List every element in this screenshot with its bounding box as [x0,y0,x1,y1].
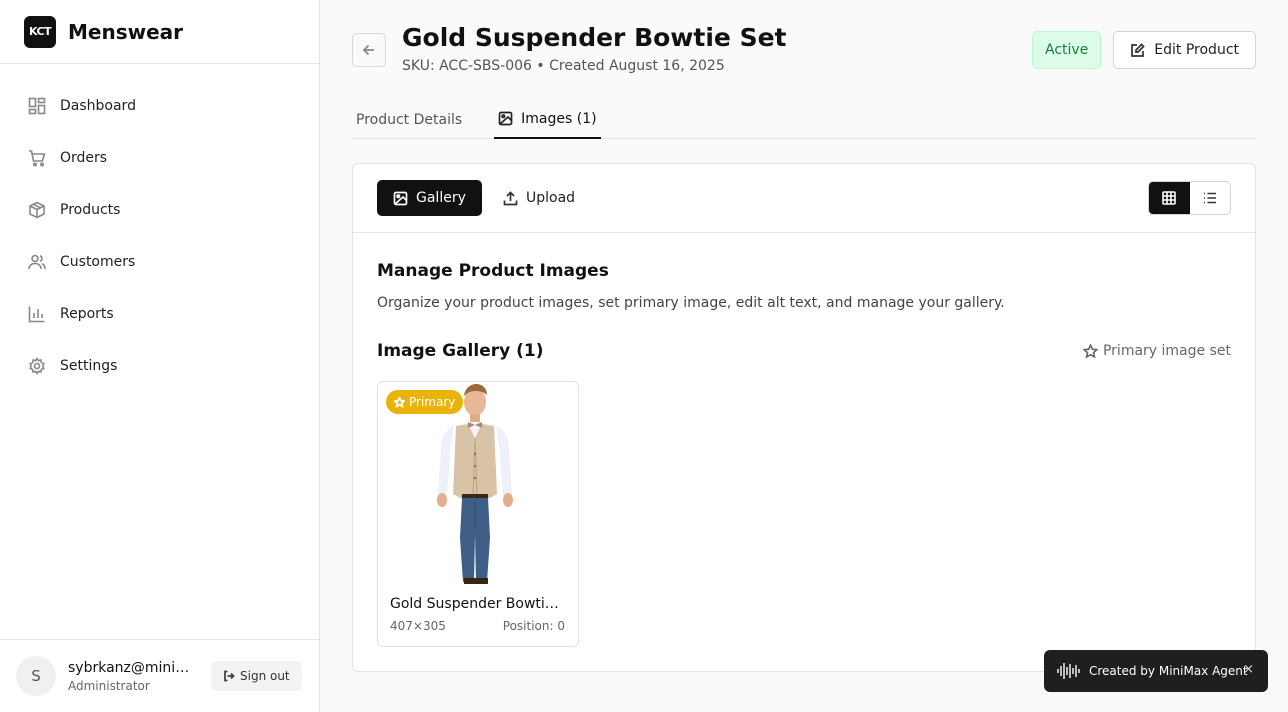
dashboard-icon [28,97,46,115]
sidebar-item-label: Reports [60,306,114,322]
user-email: sybrkanz@minimax.com [68,659,196,676]
grid-icon [1162,191,1177,205]
sign-out-button[interactable]: Sign out [211,661,302,691]
tab-images[interactable]: Images (1) [494,100,601,139]
image-icon [498,111,513,126]
sidebar-item-label: Dashboard [60,98,136,114]
sidebar-nav: Dashboard Orders Products Customers Repo… [0,64,319,388]
product-meta: SKU: ACC-SBS-006 • Created August 16, 20… [402,58,725,74]
edit-product-button[interactable]: Edit Product [1113,31,1256,69]
edit-icon [1131,42,1145,57]
brand-logo[interactable]: KCT [24,15,56,48]
main-content: Gold Suspender Bowtie Set SKU: ACC-SBS-0… [352,0,1256,672]
sidebar: KCT Menswear Dashboard Orders Products C… [0,0,320,712]
image-icon [393,191,408,205]
images-toolbar: Gallery Upload [353,164,1255,233]
sidebar-item-orders[interactable]: Orders [12,136,307,180]
tab-images-label: Images (1) [521,110,597,127]
gear-icon [29,357,45,375]
status-badge: Active [1032,31,1102,69]
tab-product-details[interactable]: Product Details [352,100,466,139]
user-role: Administrator [68,678,150,693]
star-icon [1082,343,1098,358]
sidebar-item-label: Orders [60,150,108,166]
sidebar-item-label: Customers [60,254,136,270]
primary-image-status-label: Primary image set [1102,343,1231,359]
package-icon [29,201,45,219]
arrow-left-icon [362,44,374,56]
users-icon [28,254,46,270]
brand: KCT Menswear [0,0,319,64]
list-icon [1203,192,1216,204]
page-header: Gold Suspender Bowtie Set SKU: ACC-SBS-0… [352,0,1256,100]
gallery-label: Gallery [416,190,466,206]
upload-button[interactable]: Upload [503,180,575,216]
logout-icon [224,670,235,682]
user-info: sybrkanz@minimax.com Administrator [68,660,196,693]
sign-out-label: Sign out [240,669,290,683]
edit-product-label: Edit Product [1154,42,1239,58]
brand-name[interactable]: Menswear [68,20,183,44]
image-gallery-title: Image Gallery (1) [377,341,544,361]
tab-bar: Product Details Images (1) [352,100,1256,139]
grid-view-button[interactable] [1149,182,1190,214]
primary-image-status: Primary image set [1082,343,1231,359]
manage-images-description: Organize your product images, set primar… [377,295,1005,311]
sidebar-item-settings[interactable]: Settings [12,344,307,388]
sidebar-item-products[interactable]: Products [12,188,307,232]
cart-icon [29,150,46,167]
image-card[interactable]: Primary Gold Suspender Bowtie Set 407×30… [377,381,579,647]
image-dimensions: 407×305 [390,619,446,633]
manage-images-title: Manage Product Images [377,261,609,281]
user-panel: S sybrkanz@minimax.com Administrator Sig… [0,639,319,712]
image-position: Position: 0 [502,619,565,633]
image-name: Gold Suspender Bowtie Set [390,596,565,612]
sidebar-item-dashboard[interactable]: Dashboard [12,84,307,128]
list-view-button[interactable] [1190,182,1231,214]
view-toggle [1148,181,1231,215]
toast-text: Created by MiniMax Agent [1089,664,1248,678]
sidebar-item-label: Settings [60,358,118,374]
sidebar-item-customers[interactable]: Customers [12,240,307,284]
primary-badge-label: Primary [409,395,456,409]
back-button[interactable] [352,33,386,67]
avatar[interactable]: S [16,656,56,696]
agent-toast: Created by MiniMax Agent × [1044,650,1268,692]
star-icon [394,396,405,408]
page-title: Gold Suspender Bowtie Set [402,23,787,52]
sidebar-item-label: Products [60,202,121,218]
gallery-button[interactable]: Gallery [377,180,482,216]
primary-badge: Primary [386,390,464,414]
images-card: Gallery Upload Manage Product Images Org… [352,163,1256,672]
upload-icon [503,190,518,205]
upload-label: Upload [526,190,576,206]
sound-wave-icon [1057,663,1080,679]
product-image[interactable]: Primary [378,382,578,584]
bar-chart-icon [28,306,45,323]
sidebar-item-reports[interactable]: Reports [12,292,307,336]
toast-close-button[interactable]: × [1243,662,1254,677]
